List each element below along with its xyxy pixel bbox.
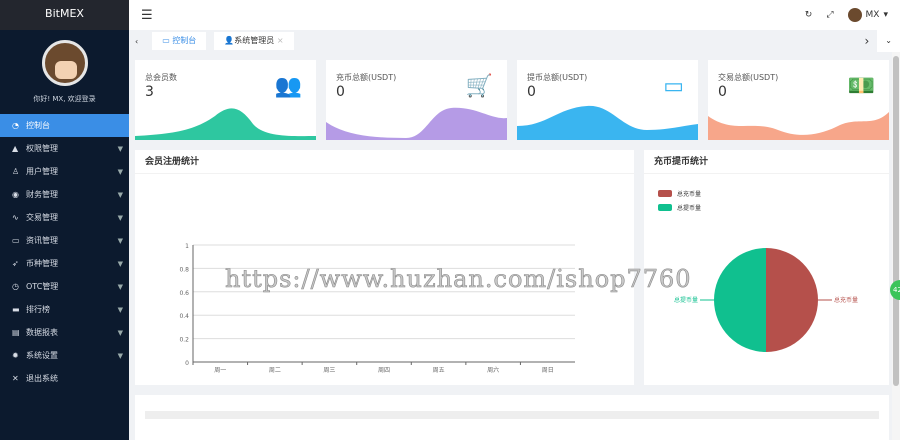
sidebar-item[interactable]: ◔ 控制台 xyxy=(0,114,129,137)
send-icon: ➶ xyxy=(12,259,19,268)
stat-sparkline xyxy=(326,107,507,140)
legend-swatch[interactable] xyxy=(658,204,672,211)
tabs-dropdown-button[interactable]: ⌄ xyxy=(877,30,900,52)
caret-down-icon: ▼ xyxy=(117,144,123,153)
stat-card: 提币总额(USDT) 0 ▭ xyxy=(517,60,698,140)
sidebar-item-label: 数据报表 xyxy=(26,328,58,337)
y-tick-label: 0 xyxy=(185,360,189,367)
finance-icon: ◉ xyxy=(12,190,19,199)
y-tick-label: 1 xyxy=(185,243,189,250)
sidebar-item-label: 系统设置 xyxy=(26,351,58,360)
y-tick-label: 0.4 xyxy=(179,313,189,320)
pie-slice[interactable] xyxy=(714,248,766,352)
x-tick-label: 周日 xyxy=(542,367,554,374)
close-icon: ✕ xyxy=(12,374,19,383)
pie-slice[interactable] xyxy=(766,248,818,352)
caret-down-icon: ▼ xyxy=(117,328,123,337)
x-tick-label: 周一 xyxy=(214,367,226,374)
user-menu[interactable]: MX ▾ xyxy=(847,8,888,22)
report-icon: ▤ xyxy=(12,328,20,337)
tabs-prev-button[interactable]: ‹ xyxy=(129,37,144,46)
sidebar-item[interactable]: ▤ 数据报表 ▼ xyxy=(0,321,129,344)
fullscreen-icon[interactable]: ⤢ xyxy=(826,10,833,20)
menu-toggle-icon[interactable]: ☰ xyxy=(141,8,153,23)
avatar xyxy=(847,8,862,22)
close-tab-icon[interactable]: × xyxy=(277,36,284,45)
panel-title: 充币提币统计 xyxy=(644,150,889,174)
sidebar-item[interactable]: ✹ 系统设置 ▼ xyxy=(0,344,129,367)
x-tick-label: 周六 xyxy=(487,366,499,374)
y-tick-label: 0.8 xyxy=(179,266,189,273)
top-bar: ☰ ↻ ⤢ MX ▾ xyxy=(129,0,900,30)
sidebar-item[interactable]: ➶ 币种管理 ▼ xyxy=(0,252,129,275)
caret-down-icon: ▼ xyxy=(117,305,123,314)
tab-dashboard[interactable]: ▭ 控制台 xyxy=(152,32,207,50)
legend-label: 总提币量 xyxy=(677,204,701,212)
tabs-next-button[interactable]: › xyxy=(856,34,877,48)
sidebar: BitMEX 你好! MX, 欢迎登录 ◔ 控制台 ▲ 权限管理 ▼ ♙ 用户管理 ▼ ◉ 财务管… xyxy=(0,0,129,440)
sidebar-item-label: 排行榜 xyxy=(26,305,50,314)
panel-title: 会员注册统计 xyxy=(135,150,634,174)
sidebar-item-label: 交易管理 xyxy=(26,213,58,222)
caret-down-icon: ▼ xyxy=(117,351,123,360)
sidebar-item[interactable]: ▲ 权限管理 ▼ xyxy=(0,137,129,160)
user-icon: ♙ xyxy=(12,167,20,176)
sidebar-item[interactable]: ◷ OTC管理 ▼ xyxy=(0,275,129,298)
caret-down-icon: ▼ xyxy=(117,190,123,199)
caret-down-icon: ▼ xyxy=(117,236,123,245)
sidebar-item-label: 币种管理 xyxy=(26,259,58,268)
sidebar-item-label: OTC管理 xyxy=(26,282,59,291)
tab-admin[interactable]: 👤系统管理员 × xyxy=(214,32,294,50)
x-tick-label: 周二 xyxy=(269,367,281,374)
dashboard-icon: ◔ xyxy=(12,121,19,130)
scrollbar[interactable] xyxy=(892,52,900,440)
legend-label: 总充币量 xyxy=(677,190,701,198)
sidebar-item-label: 资讯管理 xyxy=(26,236,58,245)
clock-icon: ◷ xyxy=(12,282,19,291)
news-icon: ▭ xyxy=(12,236,20,245)
sidebar-item-label: 用户管理 xyxy=(26,167,58,176)
x-tick-label: 周三 xyxy=(323,367,335,374)
pie-label: 总提币量 xyxy=(674,296,698,304)
sidebar-item[interactable]: ◉ 财务管理 ▼ xyxy=(0,183,129,206)
refresh-icon[interactable]: ↻ xyxy=(805,10,813,20)
stat-sparkline xyxy=(708,112,889,140)
bottom-panel xyxy=(135,395,889,440)
x-tick-label: 周四 xyxy=(378,367,390,374)
tab-bar: ‹ ▭ 控制台 👤系统管理员 × › ⌄ xyxy=(129,30,900,52)
chat-icon: ▬ xyxy=(12,305,20,314)
caret-down-icon: ▼ xyxy=(117,167,123,176)
stat-sparkline xyxy=(517,105,698,140)
user-icon: 👤 xyxy=(224,36,235,45)
watermark: https://www.huzhan.com/ishop7760 xyxy=(225,265,692,294)
stat-card: 总会员数 3 👥 xyxy=(135,60,316,140)
caret-down-icon: ▼ xyxy=(117,259,123,268)
sidebar-item[interactable]: ∿ 交易管理 ▼ xyxy=(0,206,129,229)
legend-swatch[interactable] xyxy=(658,190,672,197)
sidebar-item-label: 权限管理 xyxy=(26,144,58,153)
sidebar-item-label: 财务管理 xyxy=(26,190,58,199)
stat-card: 充币总额(USDT) 0 🛒 xyxy=(326,60,507,140)
x-tick-label: 周五 xyxy=(433,367,445,374)
sidebar-item[interactable]: ♙ 用户管理 ▼ xyxy=(0,160,129,183)
monitor-icon: ▭ xyxy=(162,36,173,45)
pie-label: 总充币量 xyxy=(834,296,858,304)
welcome-text: 你好! MX, 欢迎登录 xyxy=(33,95,96,103)
sidebar-item-label: 退出系统 xyxy=(26,374,58,383)
sidebar-item[interactable]: ▭ 资讯管理 ▼ xyxy=(0,229,129,252)
pulse-icon: ∿ xyxy=(12,213,19,222)
stat-card: 交易总额(USDT) 0 💵 xyxy=(708,60,889,140)
sidebar-item-label: 控制台 xyxy=(26,121,50,130)
caret-down-icon: ▼ xyxy=(117,213,123,222)
caret-down-icon: ▼ xyxy=(117,282,123,291)
brand-logo: BitMEX xyxy=(0,0,129,30)
stat-sparkline xyxy=(135,108,316,140)
avatar[interactable] xyxy=(41,40,88,86)
y-tick-label: 0.2 xyxy=(179,337,189,344)
gear-icon: ✹ xyxy=(12,351,19,360)
y-tick-label: 0.6 xyxy=(179,290,189,297)
sidebar-item[interactable]: ▬ 排行榜 ▼ xyxy=(0,298,129,321)
sidebar-item[interactable]: ✕ 退出系统 xyxy=(0,367,129,390)
users-icon: ▲ xyxy=(12,144,19,153)
